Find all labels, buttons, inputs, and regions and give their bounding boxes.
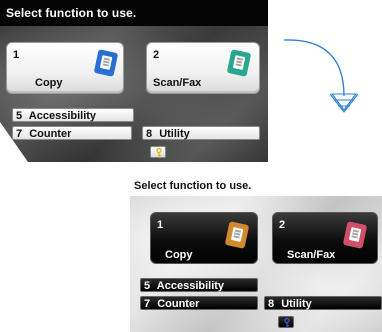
curved-down-arrow-icon [283,39,359,113]
button-label: Accessibility [28,110,97,122]
utility-button[interactable]: 8 Utility [142,126,260,140]
accessibility-button[interactable]: 5 Accessibility [140,278,258,292]
tile-number: 1 [13,49,20,61]
button-label: Accessibility [156,280,225,292]
tile-number: 2 [153,49,160,61]
panel-corner [0,122,28,162]
copy-tile[interactable]: 1 Copy [6,42,124,94]
tile-number: 2 [279,219,286,231]
after-screen: Select function to use. 1 Copy 2 Scan/Fa… [130,174,382,332]
before-screen: Select function to use. 1 Copy 2 Scan/Fa… [0,0,268,162]
copy-tile[interactable]: 1 Copy [150,212,258,264]
button-number: 8 [146,128,153,140]
button-number: 5 [16,110,23,122]
copy-icon [224,221,250,249]
key-icon [156,148,162,158]
function-area: 1 Copy 2 Scan/Fax 5 Accessibility 7 Coun… [130,196,382,332]
button-label: Counter [29,128,72,140]
tile-label: Scan/Fax [153,77,202,89]
function-area: 1 Copy 2 Scan/Fax 5 Accessibility 7 Coun… [0,26,268,162]
button-label: Utility [281,298,312,310]
utility-button[interactable]: 8 Utility [264,296,382,310]
tile-label: Copy [35,77,63,89]
tile-number: 1 [157,219,164,231]
key-icon [284,318,290,328]
screen-title: Select function to use. [0,0,268,26]
button-number: 5 [144,280,151,292]
button-number: 8 [268,298,275,310]
counter-button[interactable]: 7 Counter [12,126,132,140]
key-button[interactable] [150,146,166,158]
button-label: Counter [157,298,200,310]
counter-button[interactable]: 7 Counter [140,296,258,310]
scan-fax-icon [342,221,368,249]
scan-fax-icon [226,49,252,77]
accessibility-button[interactable]: 5 Accessibility [12,108,134,122]
copy-icon [93,49,119,77]
key-button[interactable] [278,316,294,328]
screen-title: Select function to use. [130,174,382,196]
button-label: Utility [159,128,190,140]
scan-fax-tile[interactable]: 2 Scan/Fax [272,212,378,264]
button-number: 7 [144,298,151,310]
tile-label: Copy [165,249,193,261]
scan-fax-tile[interactable]: 2 Scan/Fax [146,42,260,94]
tile-label: Scan/Fax [287,249,336,261]
